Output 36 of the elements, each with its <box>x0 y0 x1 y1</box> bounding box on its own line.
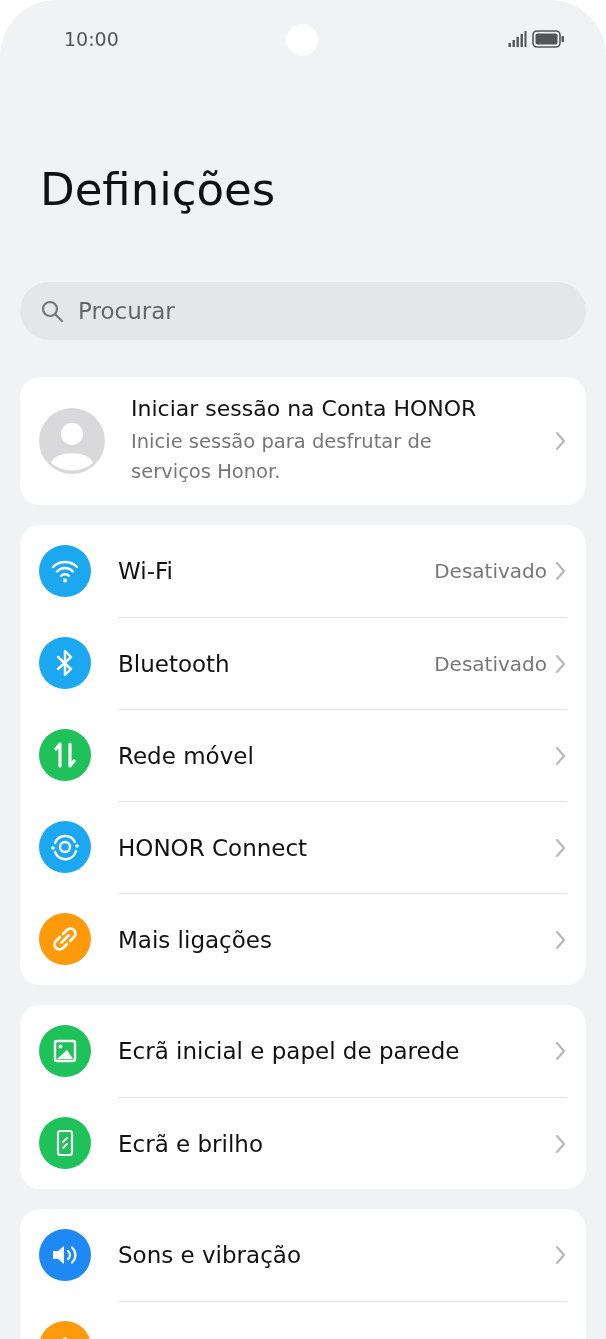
settings-row[interactable]: Mais ligações <box>20 893 586 985</box>
account-card[interactable]: Iniciar sessão na Conta HONOR Inicie sessão para desfrutar de serviços Honor. <box>20 377 586 505</box>
settings-row[interactable]: HONOR Connect <box>20 801 586 893</box>
row-value: Desativado <box>434 651 547 676</box>
account-title: Iniciar sessão na Conta HONOR <box>131 395 478 421</box>
status-time: 10:00 <box>64 28 119 50</box>
row-label: Ecrã inicial e papel de parede <box>118 1038 461 1064</box>
page-title: Definições <box>40 162 277 218</box>
chevron-icon <box>555 1245 566 1265</box>
chevron-icon <box>555 837 566 858</box>
row-label: HONOR Connect <box>118 834 309 861</box>
chevron-icon <box>555 431 566 451</box>
chevron-icon <box>555 1133 566 1154</box>
settings-row[interactable]: Wi-Fi Desativado <box>20 525 586 617</box>
search-field[interactable]: Procurar <box>20 282 586 340</box>
settings-row[interactable]: Rede móvel <box>20 709 586 801</box>
settings-row[interactable]: Bluetooth Desativado <box>20 617 586 709</box>
avatar-icon <box>39 408 105 474</box>
signal-icon <box>508 31 527 47</box>
chevron-icon <box>555 653 566 674</box>
row-label: Sons e vibração <box>118 1242 302 1268</box>
chevron-icon <box>555 1041 566 1061</box>
row-label: Ecrã e brilho <box>118 1130 264 1157</box>
row-value: Desativado <box>434 559 547 583</box>
settings-row[interactable]: Ecrã e brilho <box>20 1097 586 1189</box>
chevron-icon <box>555 561 566 581</box>
row-label: Mais ligações <box>118 926 273 953</box>
row-label: Bluetooth <box>118 650 231 677</box>
settings-row[interactable]: Sons e vibração <box>20 1209 586 1301</box>
settings-row[interactable]: Ecrã inicial e papel de parede <box>20 1005 586 1097</box>
chevron-icon <box>555 929 566 950</box>
row-label: Wi-Fi <box>118 558 174 584</box>
account-subtitle: Inicie sessão para desfrutar de serviços Honor. <box>131 428 433 485</box>
row-label: Rede móvel <box>118 742 255 769</box>
battery-icon <box>532 30 564 48</box>
chevron-icon <box>555 745 566 766</box>
